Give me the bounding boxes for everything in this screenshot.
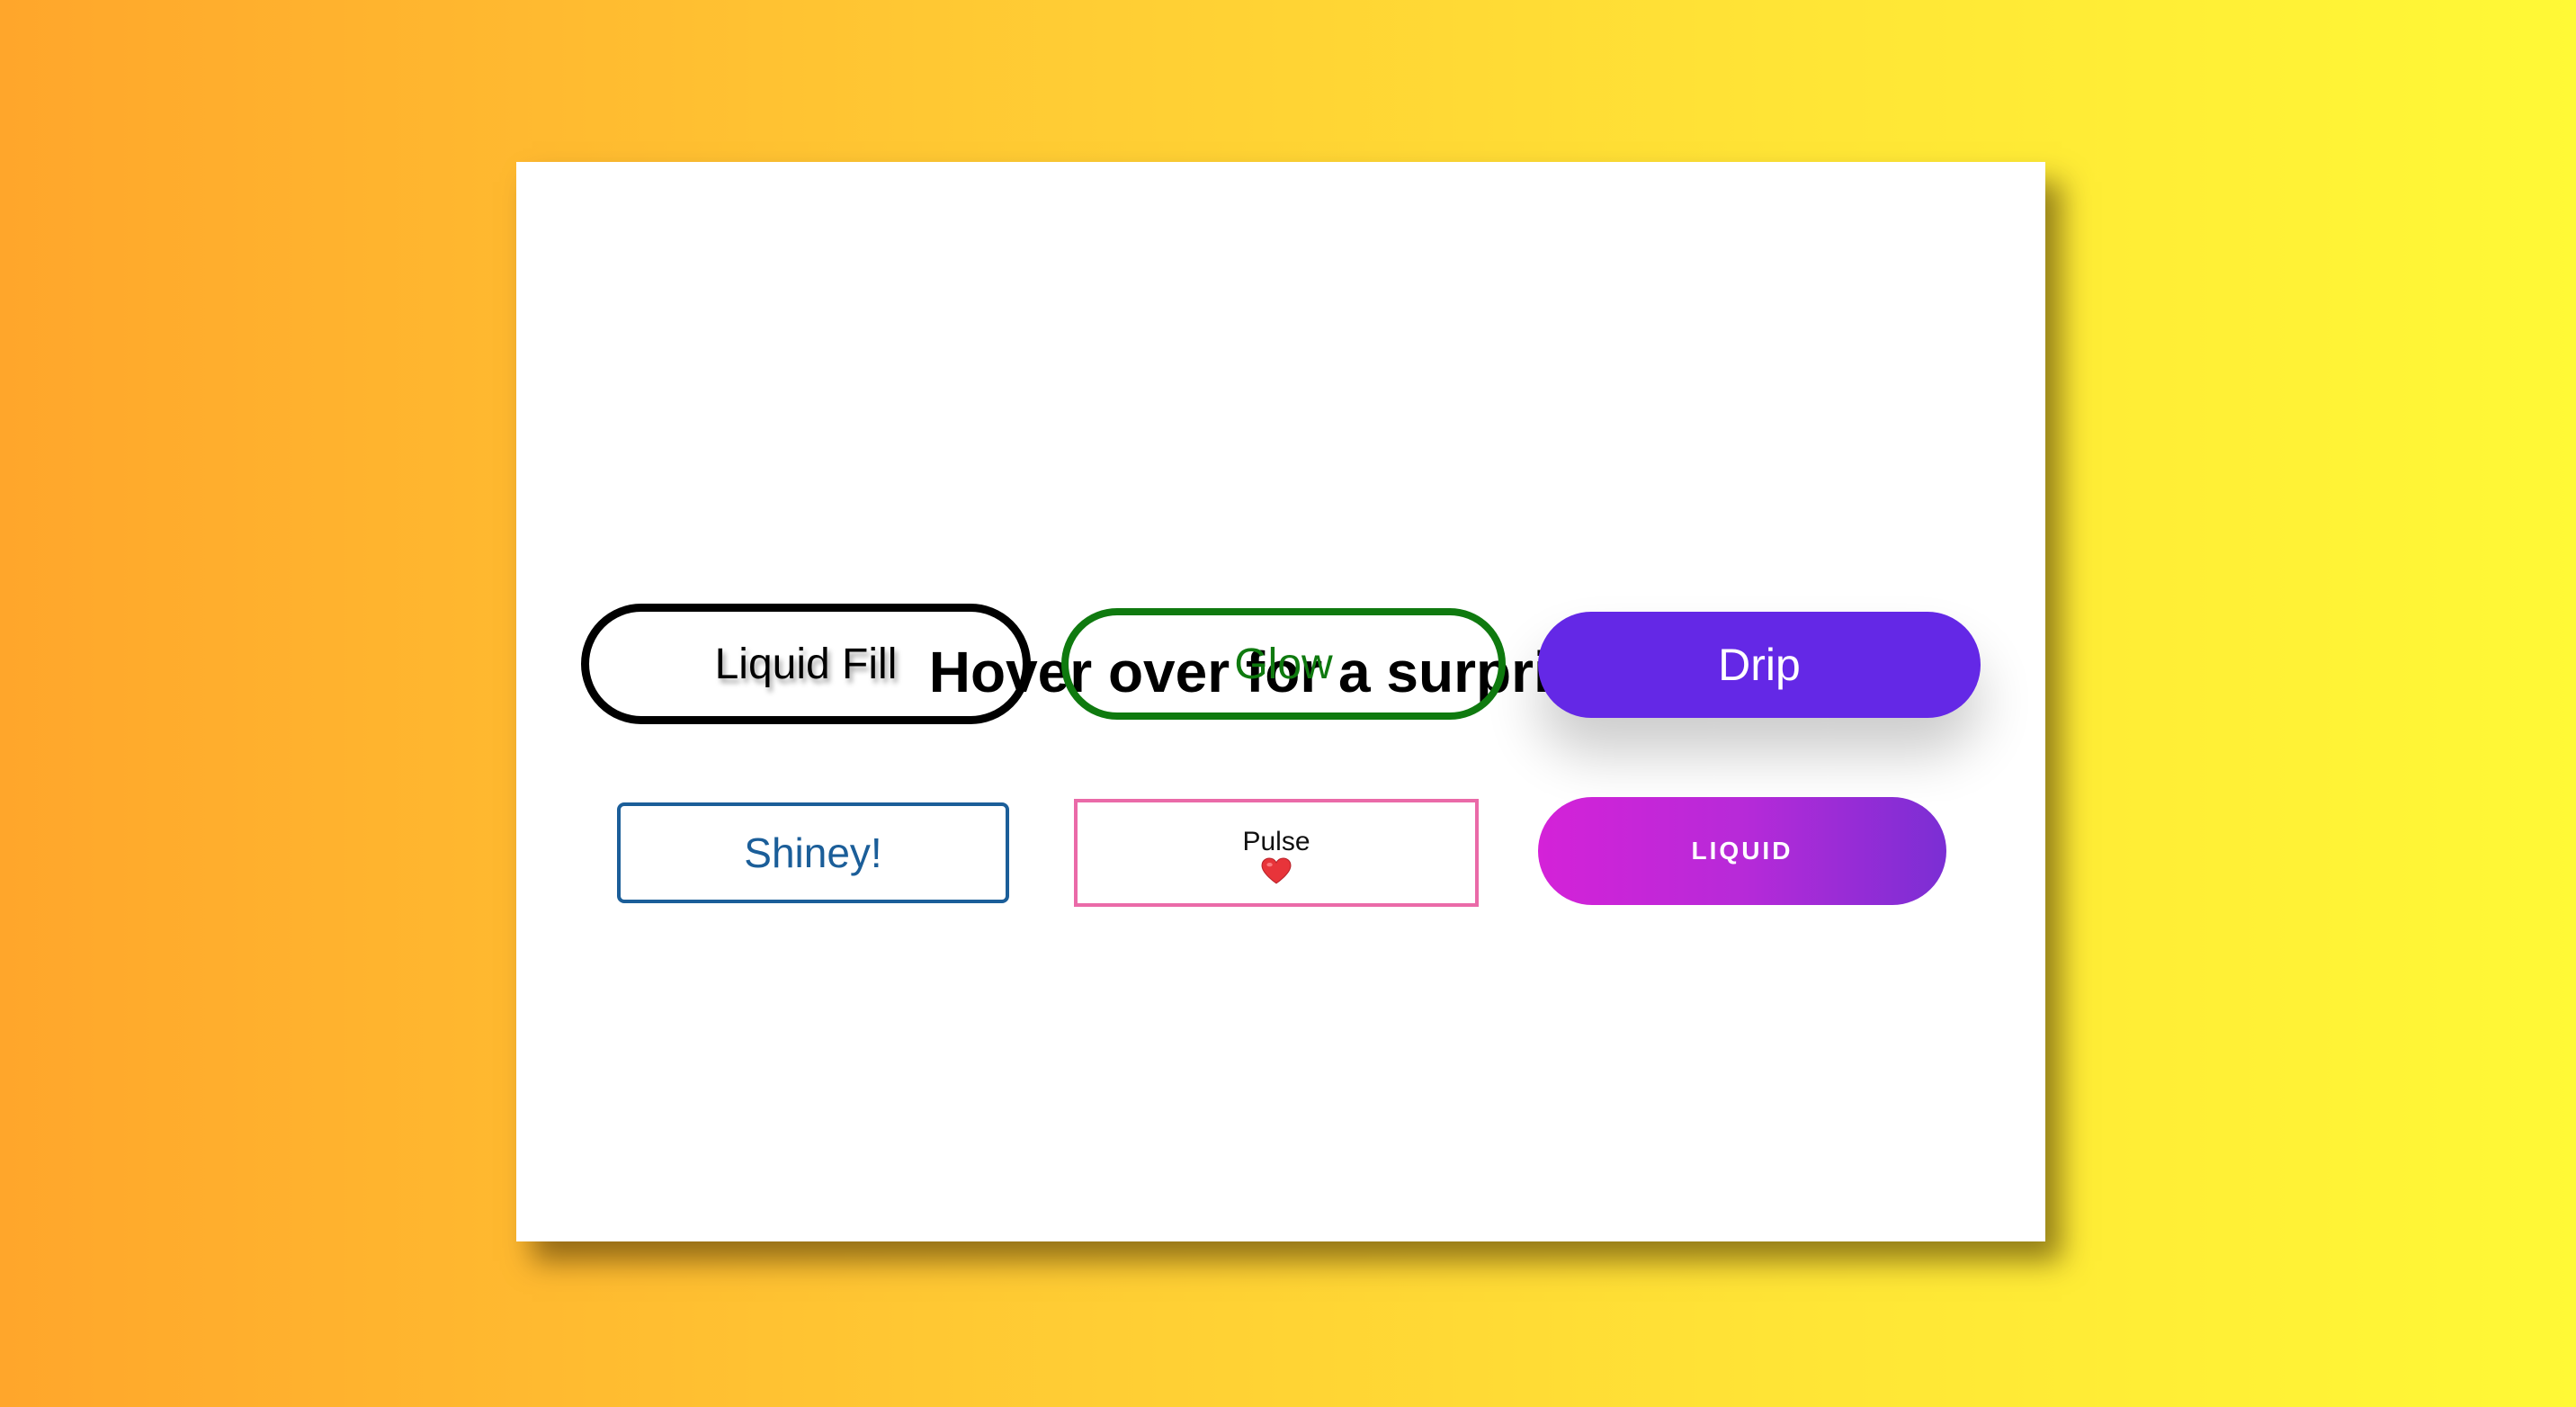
liquid-button[interactable]: LIQUID bbox=[1538, 797, 1946, 905]
page: { "page": { "title": "Hover over for a s… bbox=[0, 0, 2576, 1407]
liquid-label: LIQUID bbox=[1691, 837, 1793, 865]
drip-label: Drip bbox=[1718, 640, 1801, 690]
liquid-fill-label: Liquid Fill bbox=[714, 640, 898, 688]
glow-button[interactable]: Glow bbox=[1061, 608, 1506, 720]
pulse-label: Pulse bbox=[1242, 827, 1310, 856]
glow-label: Glow bbox=[1234, 640, 1333, 688]
drip-button[interactable]: Drip bbox=[1538, 612, 1981, 718]
pulse-button[interactable]: Pulse bbox=[1074, 799, 1479, 907]
heart-icon bbox=[1261, 857, 1292, 884]
shiney-button[interactable]: Shiney! bbox=[617, 802, 1009, 903]
shiney-label: Shiney! bbox=[744, 829, 882, 876]
liquid-fill-button[interactable]: Liquid Fill bbox=[581, 604, 1031, 724]
main-card: Hover over for a surprise! Liquid Fill G… bbox=[516, 162, 2045, 1241]
